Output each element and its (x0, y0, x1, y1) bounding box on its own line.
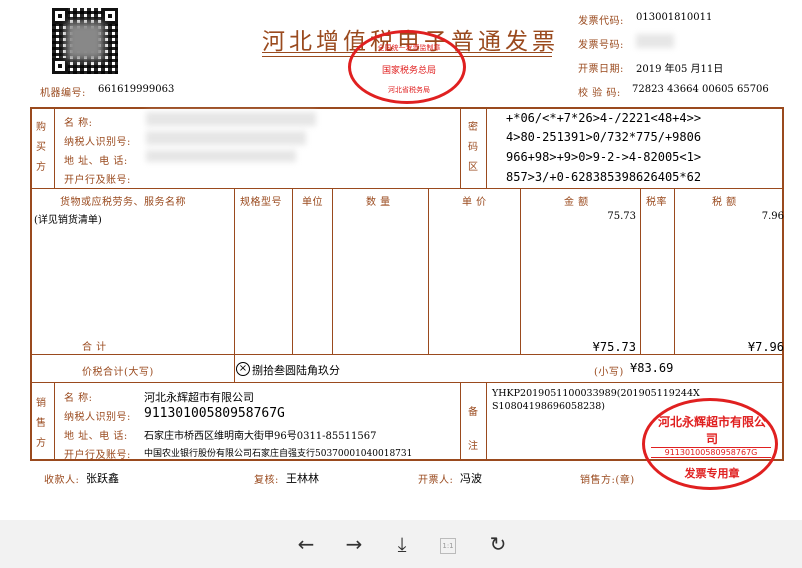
download-icon[interactable]: ⤓ (390, 532, 414, 556)
col-unit-header: 单位 (302, 197, 323, 208)
cipher-line-1: +*06/<*+7*26>4-/2221<48+4>> (506, 111, 702, 125)
seller-name: 河北永辉超市有限公司 (144, 391, 254, 404)
reviewer-label: 复核: (254, 475, 279, 486)
col-amount-header: 金 额 (564, 197, 589, 208)
payee: 张跃鑫 (86, 472, 119, 485)
seller-addr: 石家庄市桥西区维明南大街甲96号0311-85511567 (144, 431, 377, 442)
cipher-line-4: 857>3/+0-628385398626405*62 (506, 170, 702, 184)
col-tax-header: 税 额 (712, 197, 737, 208)
payee-label: 收款人: (44, 475, 80, 486)
buyer-section-label: 购买方 (36, 122, 47, 173)
check-code-label: 校 验 码: (578, 88, 621, 99)
col-price-header: 单 价 (462, 197, 487, 208)
x-circle-icon: × (236, 362, 250, 376)
cipher-line-2: 4>80-251391>0/732*775/+9806 (506, 130, 702, 144)
grand-total-small: ¥83.69 (630, 361, 674, 375)
cipher-section-label: 密码区 (468, 122, 479, 173)
seller-taxid: 91130100580958767G (144, 406, 285, 421)
col-name-header: 货物或应税劳务、服务名称 (60, 197, 186, 208)
arrow-left-icon[interactable]: ← (294, 532, 318, 556)
col-spec-header: 规格型号 (240, 197, 282, 208)
number-label: 发票号码: (578, 40, 624, 51)
check-code: 72823 43664 00605 65706 (632, 84, 769, 95)
tax-bureau-stamp: 全国统一发票监制章 国家税务总局 河北省税务局 (348, 30, 466, 104)
col-rate-header: 税率 (646, 197, 667, 208)
page-icon[interactable]: 1:1 (440, 538, 456, 554)
item-tax: 7.96 (761, 211, 784, 222)
reviewer: 王林林 (286, 472, 319, 485)
seller-taxid-label: 纳税人识别号: (64, 412, 131, 423)
machine-no-label: 机器编号: (40, 88, 86, 99)
seller-seal-label: 销售方:(章) (580, 475, 635, 486)
rotate-icon[interactable]: ↻ (486, 532, 510, 556)
buyer-bank-label: 开户行及账号: (64, 175, 131, 186)
qr-code (52, 8, 118, 74)
invoice-code: 013001810011 (636, 12, 713, 23)
issuer-label: 开票人: (418, 475, 454, 486)
date-label: 开票日期: (578, 64, 624, 75)
col-qty-header: 数 量 (366, 197, 391, 208)
seller-bank: 中国农业银行股份有限公司石家庄自强支行50370001040018731 (144, 449, 413, 459)
arrow-right-icon[interactable]: → (342, 532, 366, 556)
viewer-toolbar: ← → ⤓ 1:1 ↻ (0, 520, 802, 568)
grand-total-small-label: (小写) (594, 367, 624, 378)
grand-total-words: 捌拾叁圆陆角玖分 (252, 364, 340, 377)
total-label: 合 计 (82, 342, 107, 353)
grand-total-label: 价税合计(大写) (82, 367, 154, 378)
seller-section-label: 销售方 (36, 398, 47, 449)
issuer: 冯波 (460, 472, 482, 485)
item-name: (详见销货清单) (34, 215, 102, 226)
buyer-taxid-label: 纳税人识别号: (64, 137, 131, 148)
total-amount: ¥75.73 (592, 340, 636, 354)
cipher-line-3: 966+98>+9>0>9-2->4-82005<1> (506, 150, 702, 164)
seller-bank-label: 开户行及账号: (64, 450, 131, 461)
seller-name-label: 名 称: (64, 393, 93, 404)
seller-invoice-stamp: 河北永辉超市有限公司 91130100580958767G 发票专用章 (642, 398, 778, 490)
item-amount: 75.73 (607, 211, 636, 222)
seller-addr-label: 地 址、电 话: (64, 431, 128, 442)
buyer-addr-label: 地 址、电 话: (64, 156, 128, 167)
machine-no: 661619999063 (98, 84, 175, 95)
invoice-date: 2019 年05 月11日 (636, 64, 724, 75)
buyer-name-label: 名 称: (64, 118, 93, 129)
remarks-section-label: 备注 (468, 407, 479, 452)
total-tax: ¥7.96 (747, 340, 784, 354)
code-label: 发票代码: (578, 16, 624, 27)
